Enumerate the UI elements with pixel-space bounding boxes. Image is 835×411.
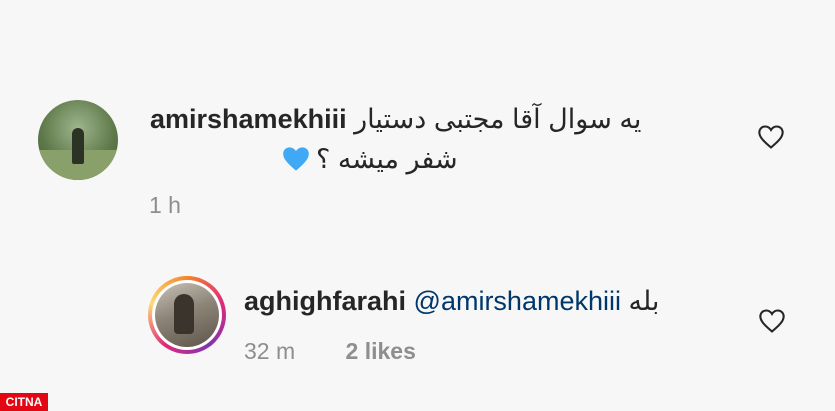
comment-line-2: شفر میشه ؟	[282, 142, 458, 176]
comment-time: 1 h	[149, 192, 181, 218]
comment-line-1: amirshamekhiii یه سوال آقا مجتبی دستیار	[150, 102, 641, 136]
reply-meta: 32 m 2 likes	[244, 338, 416, 365]
reply-text: بله	[628, 286, 660, 316]
comment-text: یه سوال آقا مجتبی دستیار	[354, 104, 642, 134]
reply-mention[interactable]: @amirshamekhiii	[414, 286, 621, 316]
comment-meta: 1 h	[149, 192, 181, 219]
avatar[interactable]	[152, 280, 222, 350]
blue-heart-icon	[283, 147, 309, 171]
heart-icon[interactable]	[757, 124, 785, 150]
avatar-story-ring[interactable]	[148, 276, 226, 354]
reply-likes[interactable]: 2 likes	[346, 338, 416, 364]
comment-text-continued: شفر میشه ؟	[316, 144, 458, 174]
comment: amirshamekhiii یه سوال آقا مجتبی دستیار …	[0, 88, 835, 228]
reply-username[interactable]: aghighfarahi	[244, 286, 406, 316]
comment-username[interactable]: amirshamekhiii	[150, 104, 347, 134]
avatar[interactable]	[38, 100, 118, 180]
heart-icon[interactable]	[758, 308, 786, 334]
reply-comment: aghighfarahi @amirshamekhiii بله 32 m 2 …	[0, 268, 835, 378]
watermark-logo: CITNA	[0, 393, 48, 411]
reply-line: aghighfarahi @amirshamekhiii بله	[244, 284, 659, 318]
reply-time: 32 m	[244, 338, 296, 364]
